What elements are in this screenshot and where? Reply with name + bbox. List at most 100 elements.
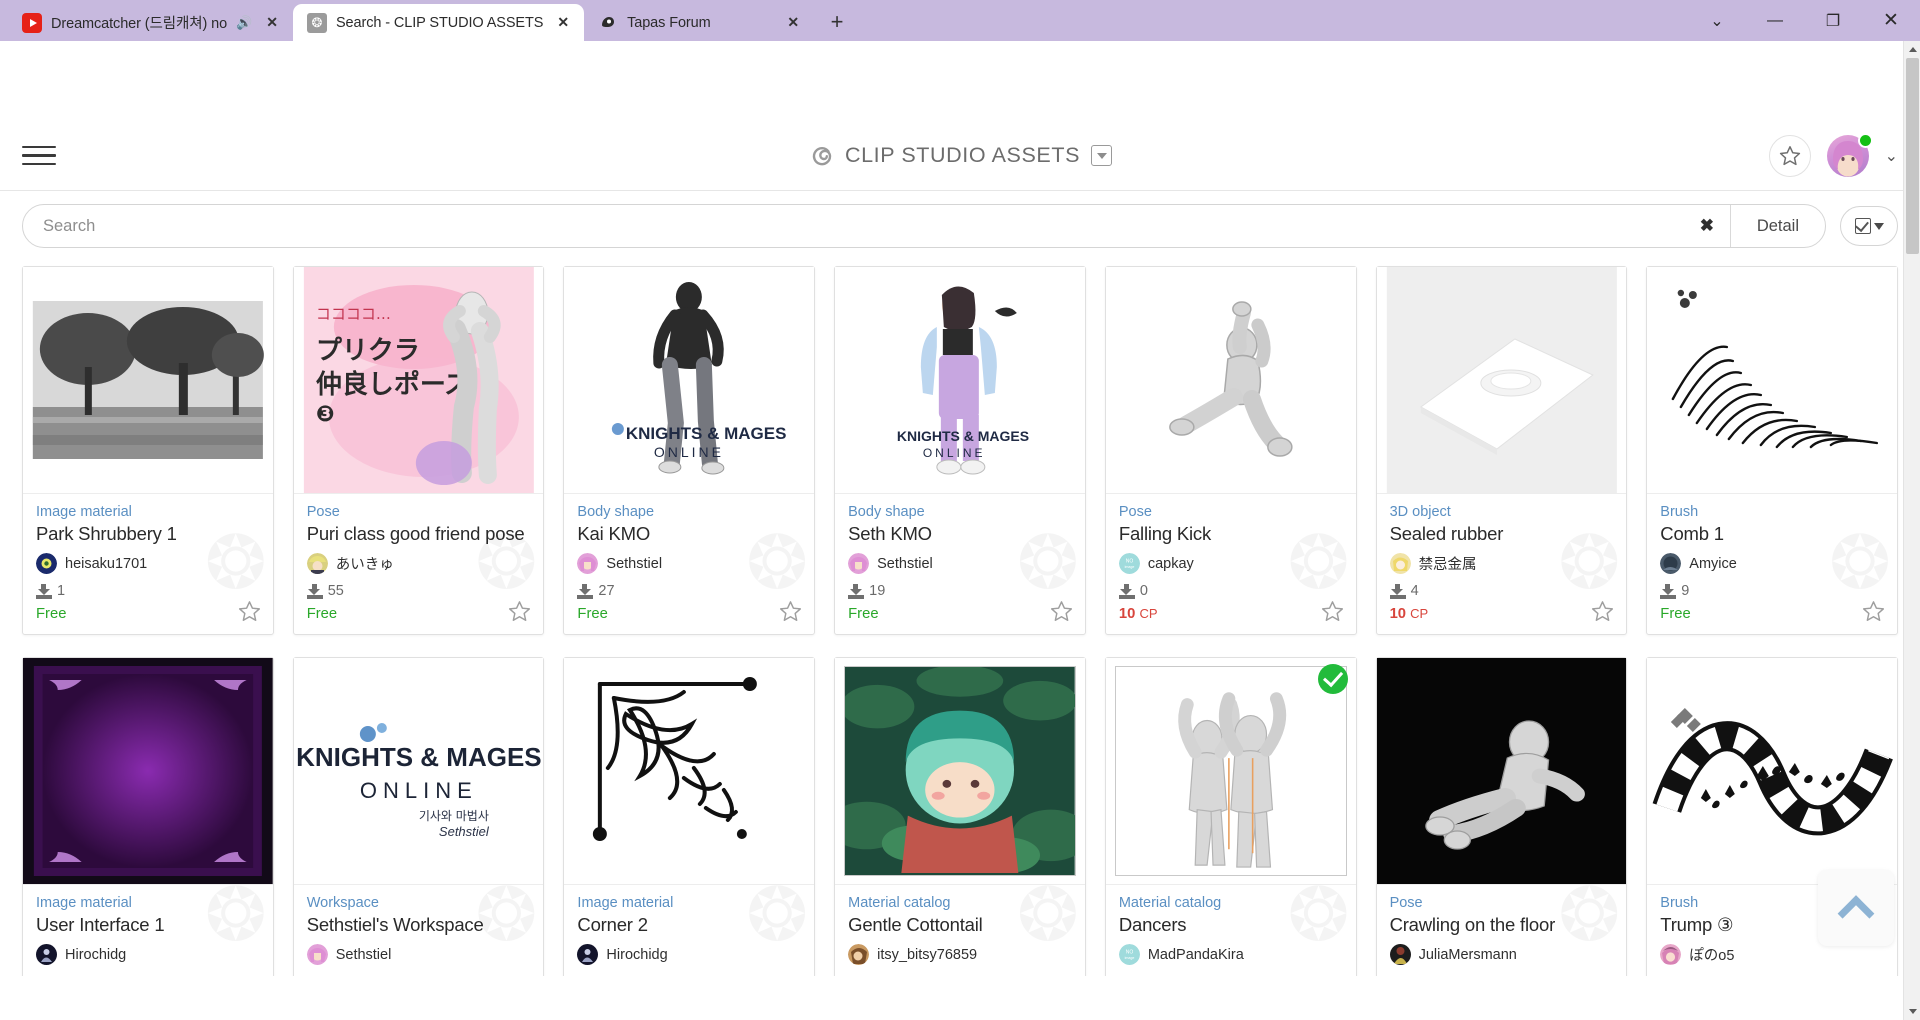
avatar[interactable]	[1826, 132, 1873, 177]
asset-author[interactable]: itsy_bitsy76859	[848, 944, 1072, 965]
asset-author[interactable]: Amyice	[1660, 553, 1884, 574]
asset-author[interactable]: NO image MadPandaKira	[1118, 944, 1343, 965]
favorite-star-icon[interactable]	[237, 599, 262, 624]
asset-author[interactable]: Sethstiel	[306, 944, 531, 965]
asset-title[interactable]: Corner 2	[577, 914, 801, 936]
asset-title[interactable]: Seth KMO	[848, 523, 1072, 545]
asset-category[interactable]: Workspace	[307, 895, 531, 911]
asset-category[interactable]: Image material	[577, 895, 801, 911]
asset-thumbnail[interactable]: ココココ… プリクラ 仲良しポーズ ❸	[293, 267, 544, 493]
asset-card[interactable]: ❂ Material catalog Dancers NOimage MadPa…	[1104, 657, 1357, 976]
asset-thumbnail[interactable]	[1647, 267, 1897, 493]
tab-audio-icon[interactable]: 🔊	[236, 15, 252, 31]
view-options-dropdown[interactable]	[1840, 206, 1898, 246]
scrollbar-thumb[interactable]	[1906, 58, 1919, 254]
asset-thumbnail[interactable]	[1647, 658, 1897, 884]
asset-category[interactable]: Image material	[36, 504, 260, 520]
asset-author[interactable]: Sethstiel	[848, 553, 1072, 574]
asset-card[interactable]: ❂ 3D object Sealed rubber 禁忌金属 4 10	[1375, 266, 1628, 635]
asset-category[interactable]: Material catalog	[1119, 895, 1343, 911]
asset-title[interactable]: Comb 1	[1660, 523, 1884, 545]
asset-category[interactable]: Pose	[307, 504, 531, 520]
asset-category[interactable]: 3D object	[1390, 504, 1614, 520]
asset-thumbnail[interactable]	[564, 658, 815, 884]
asset-author[interactable]: あいきゅ	[306, 553, 531, 574]
asset-thumbnail[interactable]	[1105, 267, 1356, 493]
asset-title[interactable]: Puri class good friend pose	[307, 523, 531, 545]
page-scrollbar[interactable]	[1903, 41, 1920, 1020]
asset-thumbnail[interactable]	[1376, 658, 1627, 884]
asset-category[interactable]: Pose	[1390, 895, 1614, 911]
asset-card[interactable]: ❂ Image material User Interface 1 Hiroch…	[22, 657, 274, 976]
tab-close-button[interactable]: ✕	[782, 14, 804, 31]
favorite-star-icon[interactable]	[1861, 599, 1886, 624]
asset-card[interactable]: ❂ Pose Crawling on the floor JuliaMersma…	[1375, 657, 1628, 976]
asset-card[interactable]: ❂ Image material Corner 2 Hirochidg	[563, 657, 816, 976]
favorite-star-icon[interactable]	[1049, 599, 1074, 624]
asset-thumbnail[interactable]	[835, 658, 1085, 884]
asset-thumbnail[interactable]	[23, 658, 273, 884]
asset-thumbnail[interactable]	[23, 267, 273, 493]
asset-title[interactable]: Sethstiel's Workspace	[307, 914, 531, 936]
clear-search-icon[interactable]: ✖	[1684, 205, 1730, 247]
asset-title[interactable]: Sealed rubber	[1390, 523, 1614, 545]
asset-category[interactable]: Brush	[1660, 504, 1884, 520]
asset-title[interactable]: Park Shrubbery 1	[36, 523, 260, 545]
new-tab-button[interactable]: +	[822, 7, 852, 37]
asset-thumbnail[interactable]	[1376, 267, 1627, 493]
asset-thumbnail[interactable]: KNIGHTS & MAGES ONLINE	[835, 267, 1085, 493]
asset-title[interactable]: Crawling on the floor	[1390, 914, 1614, 936]
asset-card[interactable]: ❂ Material catalog Gentle Cottontail its…	[834, 657, 1086, 976]
asset-card[interactable]: KNIGHTS & MAGES ONLINE ❂ Body shape Seth…	[834, 266, 1086, 635]
browser-tab-youtube[interactable]: Dreamcatcher (드림캐쳐) no 🔊 ✕	[8, 4, 293, 41]
favorite-star-icon[interactable]	[778, 599, 803, 624]
asset-card[interactable]: ココココ… プリクラ 仲良しポーズ ❸ Pose Puri class good…	[292, 266, 545, 635]
minimize-button[interactable]: —	[1746, 0, 1804, 41]
asset-title[interactable]: Gentle Cottontail	[848, 914, 1072, 936]
asset-author[interactable]: JuliaMersmann	[1389, 944, 1614, 965]
asset-author[interactable]: 禁忌金属	[1389, 553, 1614, 574]
browser-tab-clip-studio-assets[interactable]: ❂ Search - CLIP STUDIO ASSETS ✕	[292, 4, 585, 41]
account-chevron-down-icon[interactable]: ⌄	[1885, 146, 1898, 166]
asset-card[interactable]: ❂ Image material Park Shrubbery 1 heisak…	[22, 266, 274, 635]
tab-list-button[interactable]: ⌄	[1688, 0, 1746, 41]
asset-card[interactable]: ❂ Brush Comb 1 Amyice 9 Free	[1646, 266, 1898, 635]
asset-author[interactable]: heisaku1701	[36, 553, 260, 574]
scroll-to-top-button[interactable]	[1818, 870, 1894, 946]
hamburger-icon[interactable]	[22, 141, 56, 171]
tab-close-button[interactable]: ✕	[552, 14, 574, 31]
asset-thumbnail[interactable]: KNIGHTS & MAGES ONLINE	[564, 267, 815, 493]
asset-author[interactable]: NO image capkay	[1118, 553, 1343, 574]
asset-author[interactable]: Hirochidg	[577, 944, 801, 965]
detail-button[interactable]: Detail	[1729, 205, 1825, 247]
scrollbar-down-arrow[interactable]	[1904, 1003, 1920, 1020]
asset-title[interactable]: Kai KMO	[577, 523, 801, 545]
asset-card[interactable]: KNIGHTS & MAGES ONLINE ❂ Body shape Kai …	[563, 266, 816, 635]
asset-thumbnail[interactable]	[1105, 658, 1356, 884]
asset-category[interactable]: Pose	[1119, 504, 1343, 520]
asset-author[interactable]: Sethstiel	[577, 553, 801, 574]
chevron-down-icon[interactable]	[1091, 145, 1113, 166]
asset-thumbnail[interactable]: KNIGHTS & MAGES ONLINE 기사와 마법사 Sethstiel	[293, 658, 544, 884]
asset-title[interactable]: Falling Kick	[1119, 523, 1343, 545]
asset-card[interactable]: KNIGHTS & MAGES ONLINE 기사와 마법사 Sethstiel…	[292, 657, 545, 976]
favorites-star-icon[interactable]	[1768, 134, 1811, 177]
asset-card[interactable]: ❂ Pose Falling Kick NOimage capkay 0	[1104, 266, 1357, 635]
close-window-button[interactable]: ✕	[1862, 0, 1920, 41]
asset-title[interactable]: User Interface 1	[36, 914, 260, 936]
tab-close-button[interactable]: ✕	[261, 14, 283, 31]
browser-tab-tapas-forum[interactable]: Tapas Forum ✕	[584, 4, 814, 41]
asset-author[interactable]: Hirochidg	[36, 944, 260, 965]
asset-category[interactable]: Material catalog	[848, 895, 1072, 911]
favorite-star-icon[interactable]	[1590, 599, 1615, 624]
asset-title[interactable]: Dancers	[1119, 914, 1343, 936]
asset-category[interactable]: Image material	[36, 895, 260, 911]
asset-category[interactable]: Body shape	[577, 504, 801, 520]
scrollbar-up-arrow[interactable]	[1904, 41, 1920, 58]
search-input[interactable]	[23, 205, 1684, 247]
favorite-star-icon[interactable]	[1320, 599, 1345, 624]
asset-author[interactable]: ぽのo5	[1660, 944, 1884, 965]
asset-category[interactable]: Body shape	[848, 504, 1072, 520]
maximize-button[interactable]: ❐	[1804, 0, 1862, 41]
favorite-star-icon[interactable]	[507, 599, 532, 624]
